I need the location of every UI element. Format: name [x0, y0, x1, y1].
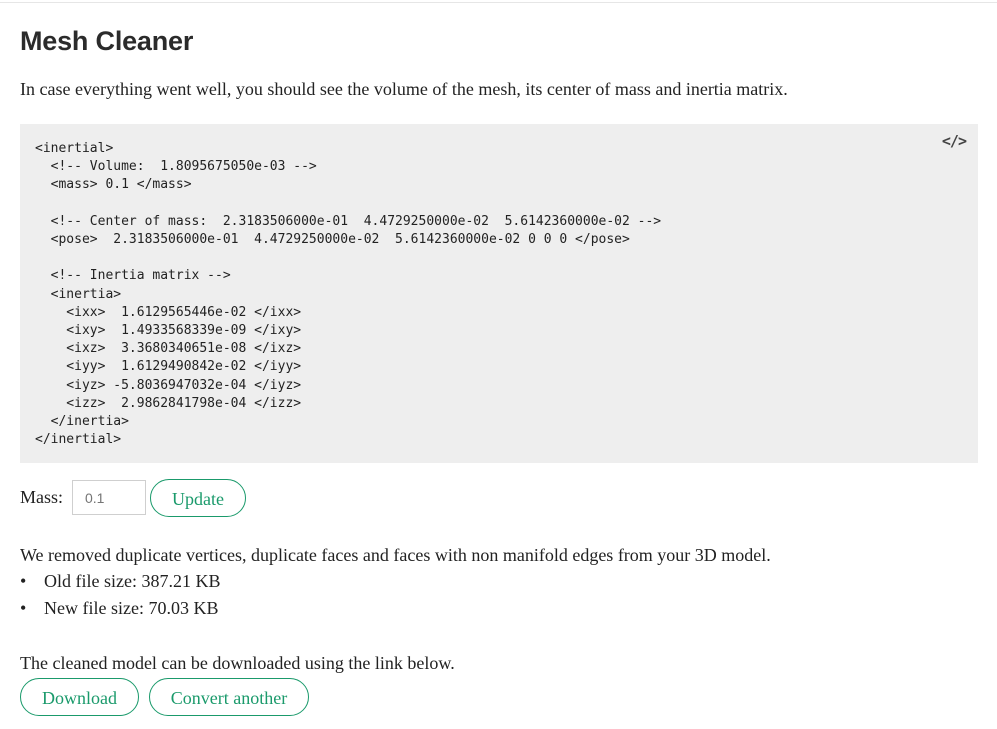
convert-another-button[interactable]: Convert another	[149, 678, 309, 716]
inertial-xml: <inertial> <!-- Volume: 1.8095675050e-03…	[35, 141, 662, 448]
list-item: • Old file size: 387.21 KB	[20, 571, 220, 598]
removed-text: We removed duplicate vertices, duplicate…	[20, 545, 771, 565]
bullet-icon: •	[20, 598, 27, 618]
page-title: Mesh Cleaner	[20, 26, 194, 56]
top-divider	[0, 2, 997, 3]
new-file-size: New file size: 70.03 KB	[44, 598, 219, 618]
code-icon[interactable]: </>	[942, 132, 967, 150]
old-file-size: Old file size: 387.21 KB	[44, 571, 221, 591]
cleaned-text: The cleaned model can be downloaded usin…	[20, 653, 455, 673]
list-item: • New file size: 70.03 KB	[20, 598, 220, 625]
bullet-icon: •	[20, 571, 27, 591]
download-button[interactable]: Download	[20, 678, 139, 716]
mass-input[interactable]	[72, 480, 146, 515]
update-button[interactable]: Update	[150, 479, 246, 517]
inertial-code-block: </> <inertial> <!-- Volume: 1.8095675050…	[20, 124, 978, 463]
file-size-list: • Old file size: 387.21 KB • New file si…	[20, 571, 220, 625]
mass-label: Mass:	[20, 487, 64, 507]
intro-text: In case everything went well, you should…	[20, 79, 788, 99]
